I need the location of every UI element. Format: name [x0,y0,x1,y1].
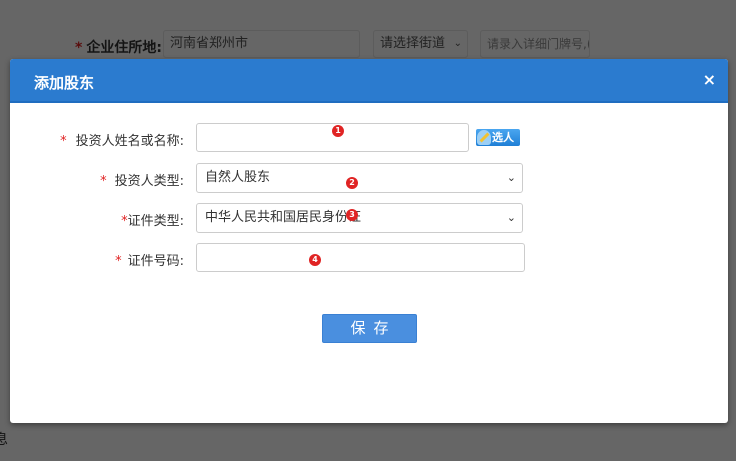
chevron-down-icon: ⌄ [506,171,516,184]
investor-type-label: * 投资人类型: [100,174,184,189]
street-select[interactable]: 请选择街道 ⌄ [373,30,468,58]
marker-badge: 1 [332,125,344,137]
id-number-label: * 证件号码: [115,254,184,269]
dialog-title: 添加股东 [34,74,95,92]
investor-name-label: * 投资人姓名或名称: [60,134,184,149]
add-shareholder-dialog: 添加股东 × * 投资人姓名或名称: 1 选人 * 投资人类型: 自然人股东 ⌄ 2 … [10,59,728,423]
close-icon[interactable]: × [703,70,716,89]
id-number-input[interactable] [196,243,525,272]
chevron-down-icon: ⌄ [453,38,462,49]
address-label: * 企业住所地: [75,40,162,56]
pick-person-button[interactable]: 选人 [476,129,520,146]
section-fragment: 息 [0,432,8,448]
address-detail-input[interactable]: 请录入详细门牌号,( [480,30,590,58]
marker-badge: 4 [309,254,321,266]
save-button[interactable]: 保存 [322,314,417,343]
id-type-label: *证件类型: [121,214,184,229]
address-input[interactable]: 河南省郑州市 [163,30,360,58]
dialog-header: 添加股东 × [10,59,728,103]
id-type-select[interactable]: 中华人民共和国居民身份证 ⌄ [196,203,523,233]
marker-badge: 3 [346,209,358,221]
marker-badge: 2 [346,177,358,189]
chevron-down-icon: ⌄ [506,211,516,224]
investor-type-select[interactable]: 自然人股东 ⌄ [196,163,523,193]
